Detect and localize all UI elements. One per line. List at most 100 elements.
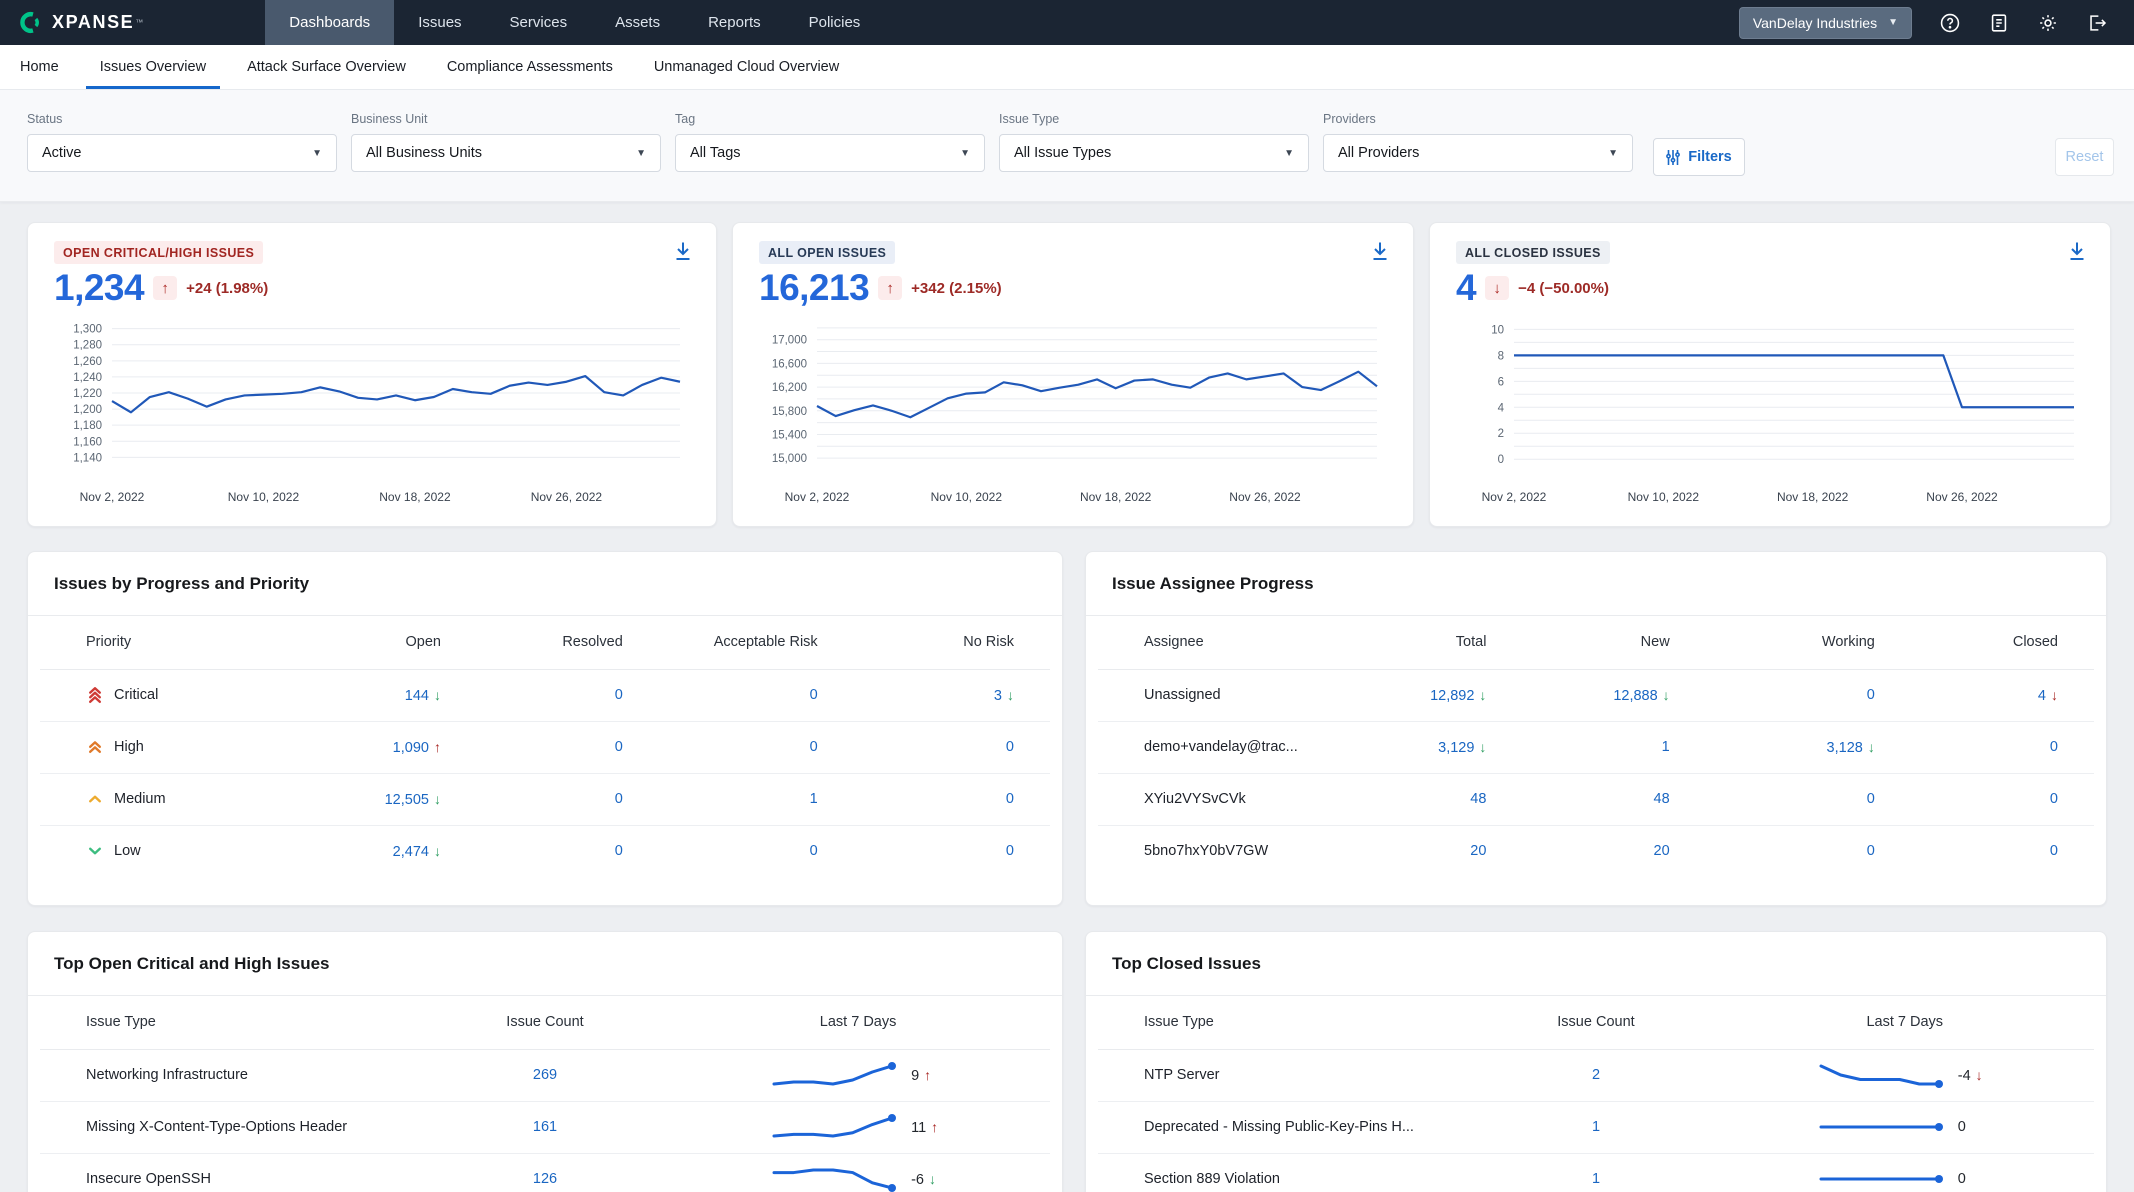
svg-text:Nov 2, 2022: Nov 2, 2022 <box>785 490 850 504</box>
help-icon[interactable] <box>1939 12 1961 34</box>
brand-logo[interactable]: XPANSE™ <box>0 0 167 45</box>
chevron-down-icon: ▼ <box>1608 148 1618 159</box>
priority-low: Low <box>86 842 343 860</box>
priority-cell: High <box>40 721 343 773</box>
filter-select-business-unit[interactable]: All Business Units▼ <box>351 134 661 172</box>
filter-select-status[interactable]: Active▼ <box>27 134 337 172</box>
filter-label: Status <box>27 112 337 126</box>
svg-text:Nov 10, 2022: Nov 10, 2022 <box>228 490 300 504</box>
metric-link[interactable]: 0 <box>1006 843 1014 859</box>
table-row: NTP Server2-4↓ <box>1098 1049 2094 1101</box>
metric-link[interactable]: 48 <box>1470 791 1486 807</box>
metric-link[interactable]: 1 <box>1592 1171 1600 1187</box>
metric-link[interactable]: 12,888 <box>1613 688 1657 704</box>
metric-link[interactable]: 2,474 <box>393 844 429 860</box>
nav-item-assets[interactable]: Assets <box>591 0 684 45</box>
metric-link[interactable]: 20 <box>1654 843 1670 859</box>
table-row: High1,090↑000 <box>40 721 1050 773</box>
last-7-days-cell: -6↓ <box>666 1153 1050 1192</box>
svg-text:1,220: 1,220 <box>73 388 102 400</box>
tab-attack-surface-overview[interactable]: Attack Surface Overview <box>233 45 420 89</box>
card-title: Issue Assignee Progress <box>1086 552 2106 616</box>
metric-link[interactable]: 0 <box>2050 843 2058 859</box>
trend-wrap: -4↓ <box>1716 1061 2095 1089</box>
metric-link[interactable]: 0 <box>2050 791 2058 807</box>
kpi-chart: 17,00016,60016,20015,80015,40015,000Nov … <box>759 309 1389 514</box>
metric-link[interactable]: 0 <box>1867 843 1875 859</box>
nav-item-issues[interactable]: Issues <box>394 0 485 45</box>
metric-link[interactable]: 0 <box>810 739 818 755</box>
filter-select-issue-type[interactable]: All Issue Types▼ <box>999 134 1309 172</box>
metric-cell: 0 <box>1670 773 1875 825</box>
metric-link[interactable]: 4 <box>2038 688 2046 704</box>
nav-item-services[interactable]: Services <box>486 0 592 45</box>
svg-text:15,800: 15,800 <box>772 406 807 418</box>
metric-link[interactable]: 1 <box>1662 739 1670 755</box>
filter-select-providers[interactable]: All Providers▼ <box>1323 134 1633 172</box>
table-row: Insecure OpenSSH126-6↓ <box>40 1153 1050 1192</box>
metric-link[interactable]: 269 <box>533 1067 557 1083</box>
table-row: Deprecated - Missing Public-Key-Pins H..… <box>1098 1101 2094 1153</box>
logout-icon[interactable] <box>2086 12 2108 34</box>
release-notes-icon[interactable] <box>1988 12 2010 34</box>
kpi-delta: +24 (1.98%) <box>186 280 268 297</box>
kpi-badge: ALL OPEN ISSUES <box>759 241 895 264</box>
metric-link[interactable]: 144 <box>405 688 429 704</box>
metric-link[interactable]: 0 <box>615 843 623 859</box>
priority-label: Critical <box>114 687 158 703</box>
metric-link[interactable]: 0 <box>615 739 623 755</box>
metric-link[interactable]: 20 <box>1470 843 1486 859</box>
filters-button[interactable]: Filters <box>1653 138 1745 176</box>
metric-link[interactable]: 2 <box>1592 1067 1600 1083</box>
metric-link[interactable]: 3 <box>994 688 1002 704</box>
metric-link[interactable]: 3,129 <box>1438 740 1474 756</box>
svg-text:Nov 10, 2022: Nov 10, 2022 <box>931 490 1003 504</box>
download-icon[interactable] <box>1369 240 1391 262</box>
metric-cell: 0 <box>1875 773 2094 825</box>
metric-link[interactable]: 12,505 <box>385 792 429 808</box>
metric-cell: 0 <box>441 669 623 721</box>
svg-text:Nov 10, 2022: Nov 10, 2022 <box>1628 490 1700 504</box>
svg-text:4: 4 <box>1498 402 1505 414</box>
download-icon[interactable] <box>672 240 694 262</box>
tab-unmanaged-cloud-overview[interactable]: Unmanaged Cloud Overview <box>640 45 853 89</box>
metric-link[interactable]: 0 <box>1867 791 1875 807</box>
tab-issues-overview[interactable]: Issues Overview <box>86 45 220 89</box>
metric-link[interactable]: 48 <box>1654 791 1670 807</box>
metric-link[interactable]: 1 <box>1592 1119 1600 1135</box>
kpi-value: 1,234 <box>54 267 144 309</box>
metric-link[interactable]: 0 <box>1006 791 1014 807</box>
top-closed-issues-card: Top Closed Issues Issue TypeIssue CountL… <box>1085 931 2107 1192</box>
trend-chart: 1,3001,2801,2601,2401,2201,2001,1801,160… <box>54 309 692 514</box>
tab-home[interactable]: Home <box>6 45 73 89</box>
priority-medium: Medium <box>86 790 343 808</box>
nav-item-policies[interactable]: Policies <box>785 0 885 45</box>
settings-gear-icon[interactable] <box>2037 12 2059 34</box>
nav-item-reports[interactable]: Reports <box>684 0 785 45</box>
filter-select-tag[interactable]: All Tags▼ <box>675 134 985 172</box>
metric-link[interactable]: 0 <box>810 687 818 703</box>
card-title: Top Closed Issues <box>1086 932 2106 996</box>
kpi-value-row: 4↓−4 (−50.00%) <box>1456 267 1609 309</box>
metric-link[interactable]: 0 <box>2050 739 2058 755</box>
metric-link[interactable]: 0 <box>1867 687 1875 703</box>
nav-item-dashboards[interactable]: Dashboards <box>265 0 394 45</box>
org-selector[interactable]: VanDelay Industries ▼ <box>1739 7 1912 39</box>
metric-link[interactable]: 1 <box>810 791 818 807</box>
metric-link[interactable]: 3,128 <box>1827 740 1863 756</box>
metric-link[interactable]: 126 <box>533 1171 557 1187</box>
metric-link[interactable]: 161 <box>533 1119 557 1135</box>
filter-value: Active <box>42 145 82 161</box>
last-7-days-cell: 11↑ <box>666 1101 1050 1153</box>
tab-compliance-assessments[interactable]: Compliance Assessments <box>433 45 627 89</box>
metric-link[interactable]: 0 <box>615 687 623 703</box>
metric-link[interactable]: 0 <box>1006 739 1014 755</box>
reset-button[interactable]: Reset <box>2055 138 2114 176</box>
metric-link[interactable]: 0 <box>810 843 818 859</box>
trend-delta: 9↑ <box>911 1067 947 1084</box>
metric-link[interactable]: 12,892 <box>1430 688 1474 704</box>
download-icon[interactable] <box>2066 240 2088 262</box>
metric-link[interactable]: 0 <box>615 791 623 807</box>
metric-link[interactable]: 1,090 <box>393 740 429 756</box>
issue-assignee-progress-table: AssigneeTotalNewWorkingClosedUnassigned1… <box>1098 616 2094 877</box>
